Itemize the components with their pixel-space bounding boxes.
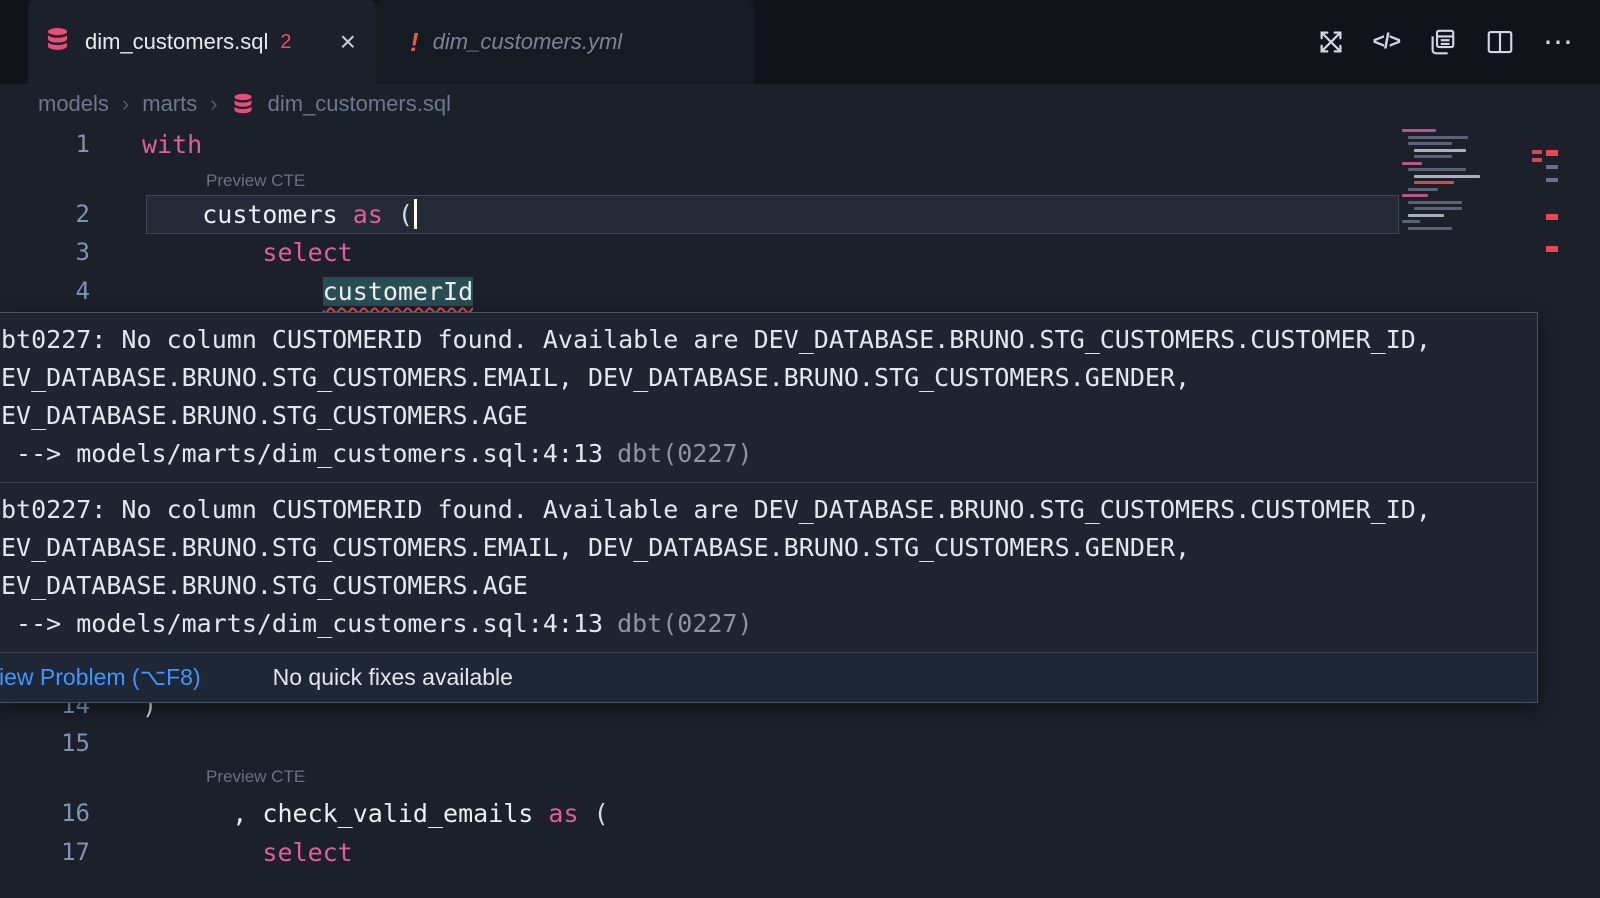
- line-number: 17: [0, 833, 90, 872]
- line-number: 16: [0, 794, 90, 833]
- code-token: [142, 238, 262, 267]
- overview-ruler-mark: [1546, 165, 1558, 169]
- line-number: 1: [0, 125, 90, 164]
- line-content: select: [142, 833, 353, 872]
- error-highlighted-token: customerId: [323, 277, 474, 306]
- minimap-error-mark: [1532, 150, 1542, 154]
- minimap-line: [1408, 188, 1438, 191]
- overview-ruler-mark: [1546, 178, 1558, 182]
- line-number: 15: [0, 724, 90, 763]
- line-content: , check_valid_emails as (: [142, 794, 609, 833]
- codelens[interactable]: Preview CTE: [206, 167, 305, 194]
- code-token: [142, 200, 202, 229]
- line-content: customers as (: [142, 195, 417, 234]
- minimap-line: [1402, 162, 1422, 165]
- code-line-2[interactable]: 2 customers as (: [0, 195, 1600, 234]
- line-content: with: [142, 125, 202, 164]
- diagnostic-location: --> models/marts/dim_customers.sql:4:13: [1, 609, 603, 638]
- diagnostic-location: --> models/marts/dim_customers.sql:4:13: [1, 439, 603, 468]
- overview-ruler-error-mark: [1546, 246, 1558, 252]
- diagnostic-location-line: --> models/marts/dim_customers.sql:4:13 d…: [1, 605, 1537, 643]
- minimap-line: [1414, 155, 1452, 158]
- code-line-1[interactable]: 1 with: [0, 125, 1600, 164]
- minimap-line: [1414, 149, 1466, 152]
- code-token: [383, 200, 398, 229]
- diagnostic-message: bt0227: No column CUSTOMERID found. Avai…: [0, 313, 1537, 483]
- line-number: 2: [0, 195, 90, 234]
- overview-ruler-error-mark: [1546, 214, 1558, 220]
- code-line-16[interactable]: 16 , check_valid_emails as (: [0, 794, 1600, 833]
- code-line-15[interactable]: 15: [0, 724, 1600, 763]
- overview-ruler-error-mark: [1546, 150, 1558, 156]
- view-problem-link[interactable]: iew Problem (⌥F8): [0, 664, 201, 691]
- code-line-3[interactable]: 3 select: [0, 233, 1600, 272]
- code-token: customers: [202, 200, 337, 229]
- code-line-17[interactable]: 17 select: [0, 833, 1600, 872]
- text-cursor: [414, 199, 417, 229]
- error-hover-popup: bt0227: No column CUSTOMERID found. Avai…: [0, 312, 1538, 703]
- line-content: select: [142, 233, 353, 272]
- code-token: [142, 277, 323, 306]
- code-token: as: [548, 799, 578, 828]
- diagnostic-text: bt0227: No column CUSTOMERID found. Avai…: [1, 491, 1537, 529]
- minimap-line: [1414, 207, 1462, 210]
- diagnostic-source: dbt(0227): [617, 439, 752, 468]
- hover-footer: iew Problem (⌥F8) No quick fixes availab…: [0, 653, 1537, 702]
- code-token: as: [353, 200, 383, 229]
- minimap-error-mark: [1532, 158, 1542, 162]
- line-number: 3: [0, 233, 90, 272]
- minimap-line: [1414, 175, 1480, 178]
- code-token: select: [262, 238, 352, 267]
- code-token: [142, 838, 262, 867]
- code-token: with: [142, 130, 202, 159]
- minimap-line: [1402, 194, 1428, 197]
- code-token: [338, 200, 353, 229]
- code-token: (: [398, 200, 413, 229]
- no-quick-fixes-label: No quick fixes available: [273, 664, 513, 691]
- code-token: select: [262, 838, 352, 867]
- diagnostic-location-line: --> models/marts/dim_customers.sql:4:13 d…: [1, 435, 1537, 473]
- diagnostic-text: EV_DATABASE.BRUNO.STG_CUSTOMERS.EMAIL, D…: [1, 529, 1537, 567]
- minimap-line: [1408, 168, 1466, 171]
- line-content: customerId: [142, 272, 473, 311]
- minimap-line: [1402, 220, 1420, 223]
- code-token: check_valid_emails: [262, 799, 533, 828]
- code-token: (: [594, 799, 609, 828]
- minimap-line: [1408, 136, 1468, 139]
- diagnostic-text: bt0227: No column CUSTOMERID found. Avai…: [1, 321, 1537, 359]
- code-line-4[interactable]: 4 customerId: [0, 272, 1600, 311]
- minimap-line: [1408, 214, 1444, 217]
- code-token: [533, 799, 548, 828]
- minimap[interactable]: [1402, 129, 1544, 237]
- diagnostic-text: EV_DATABASE.BRUNO.STG_CUSTOMERS.AGE: [1, 567, 1537, 605]
- diagnostic-message: bt0227: No column CUSTOMERID found. Avai…: [0, 483, 1537, 653]
- diagnostic-text: EV_DATABASE.BRUNO.STG_CUSTOMERS.EMAIL, D…: [1, 359, 1537, 397]
- code-token: ,: [142, 799, 262, 828]
- vscode-editor-window: { "window": { "tabs": [ { "title": "dim_…: [0, 0, 1600, 898]
- code-token: [579, 799, 594, 828]
- minimap-line: [1408, 227, 1452, 230]
- codelens[interactable]: Preview CTE: [206, 763, 305, 790]
- line-number: 4: [0, 272, 90, 311]
- minimap-line: [1402, 129, 1436, 132]
- minimap-line: [1414, 181, 1454, 184]
- diagnostic-source: dbt(0227): [617, 609, 752, 638]
- minimap-line: [1408, 201, 1462, 204]
- diagnostic-text: EV_DATABASE.BRUNO.STG_CUSTOMERS.AGE: [1, 397, 1537, 435]
- minimap-line: [1408, 142, 1452, 145]
